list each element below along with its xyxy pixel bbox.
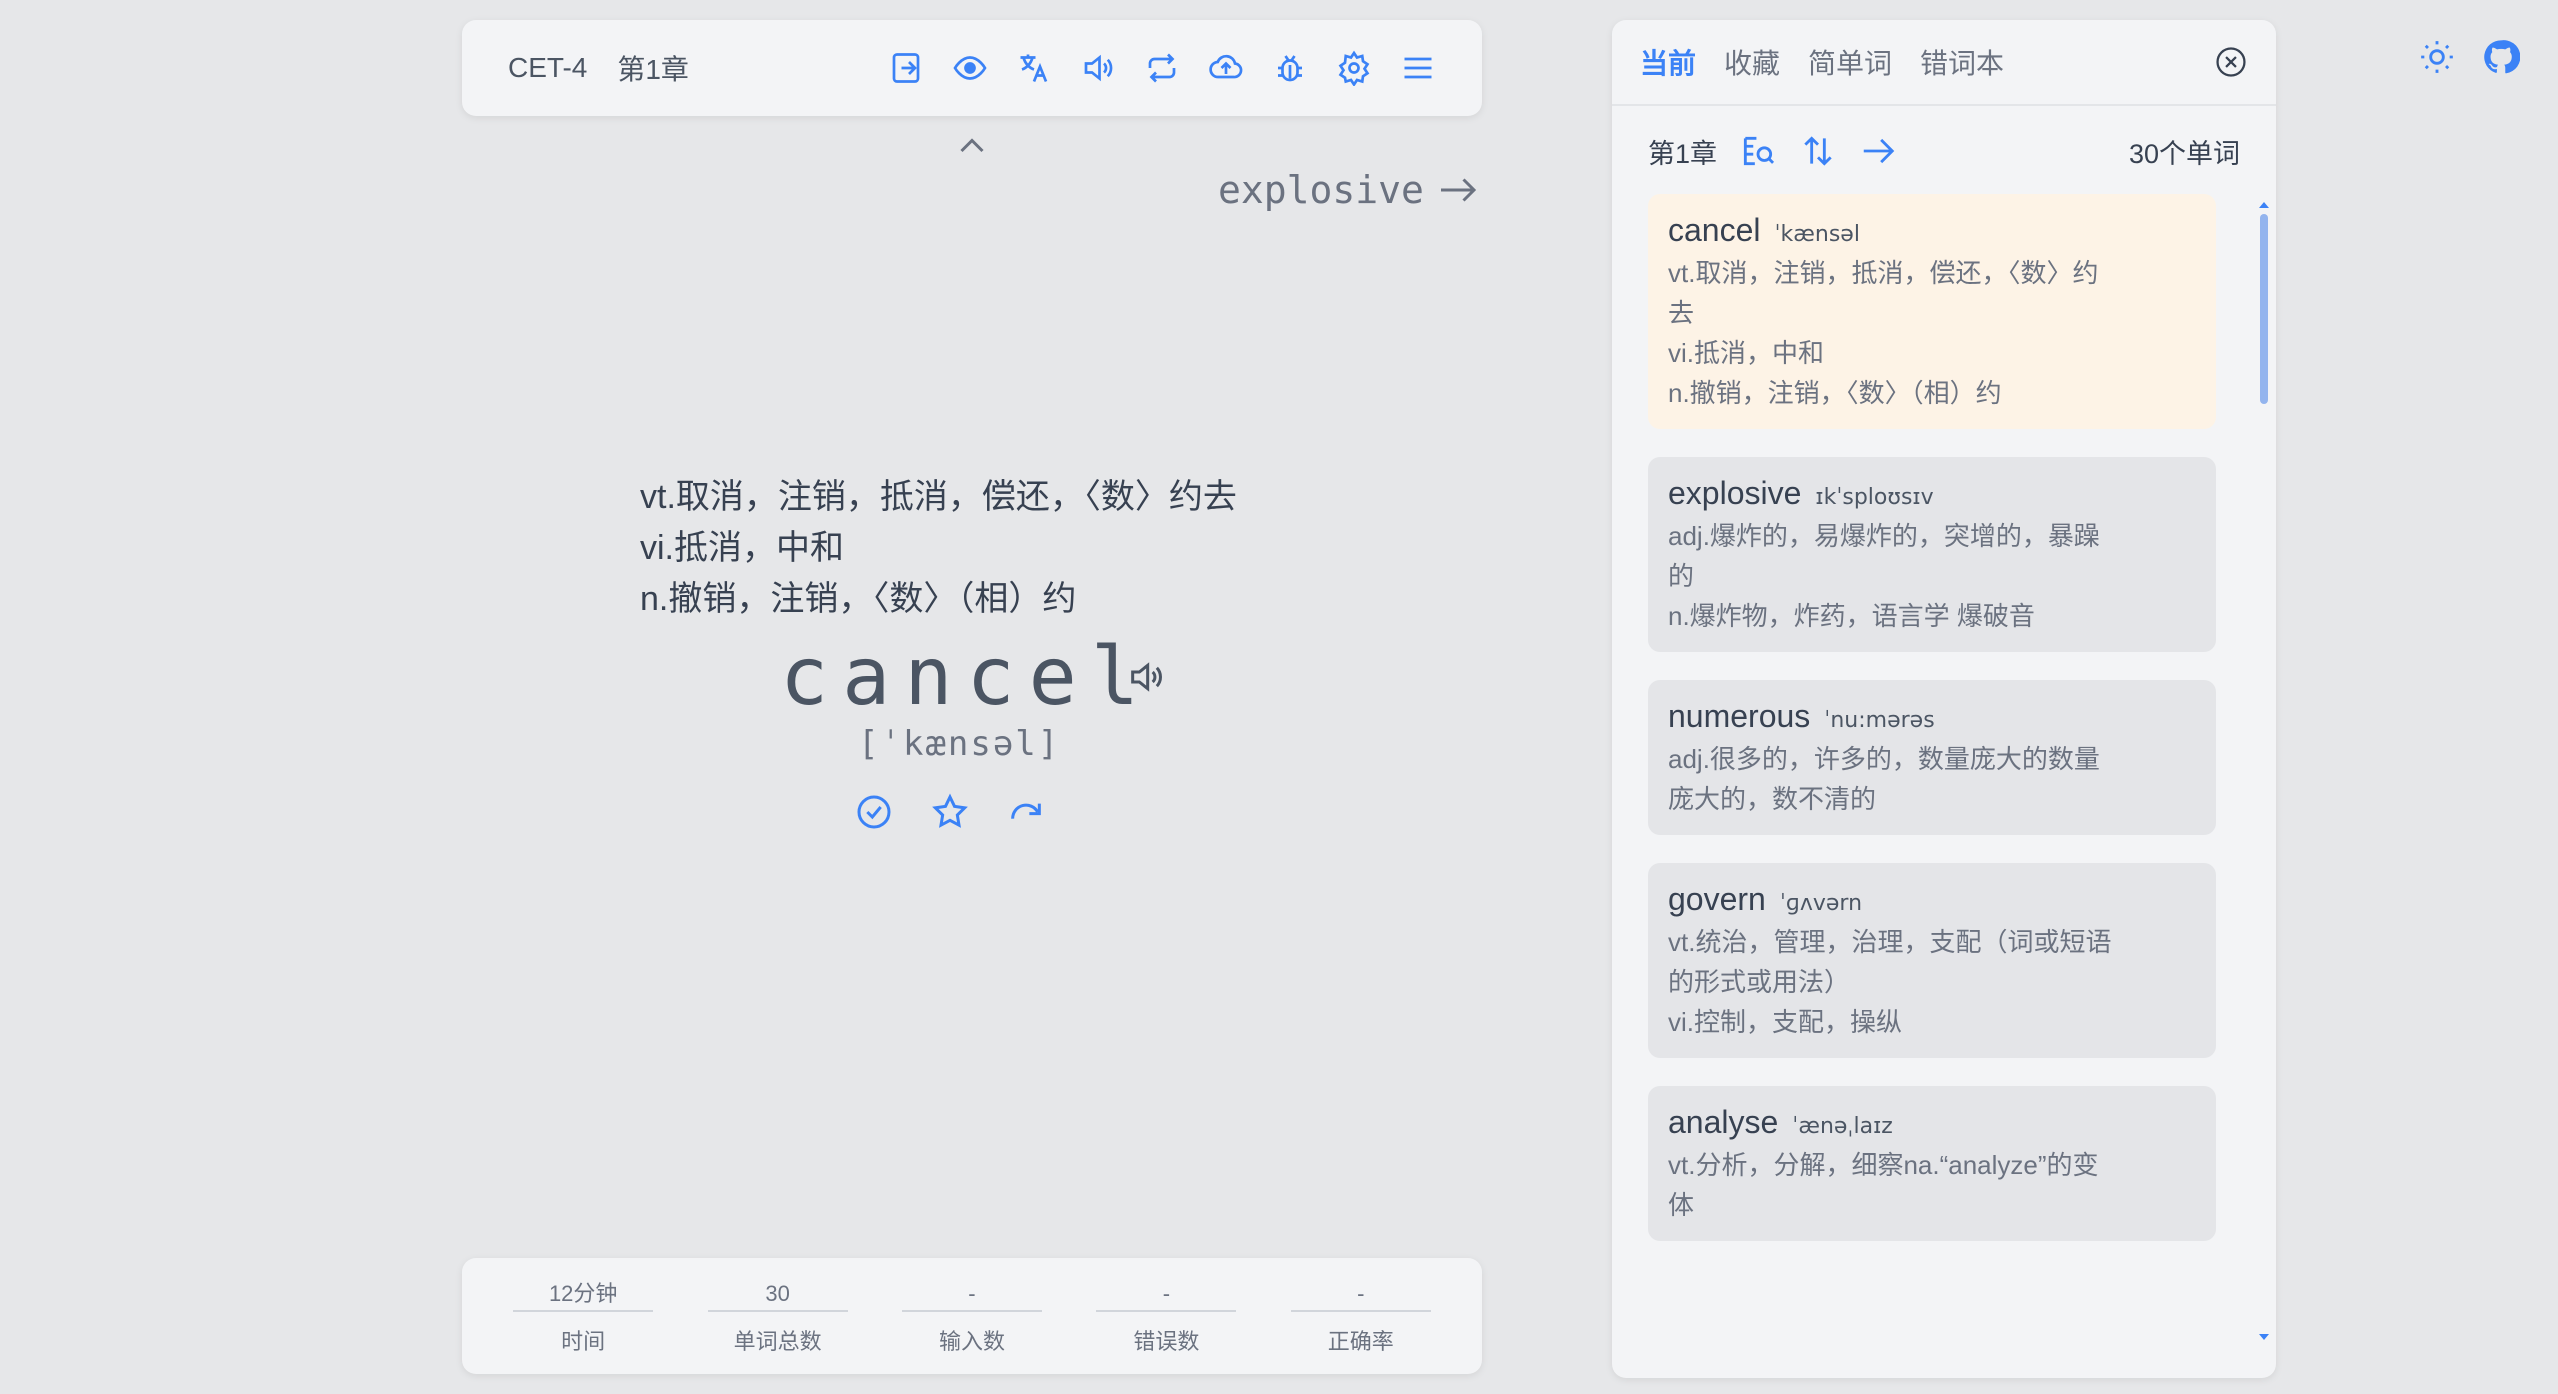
stat-value: -	[1096, 1276, 1237, 1312]
word-card-phonetic: ɪkˈsploʊsɪv	[1815, 485, 1934, 510]
word-card-translation: vt.统治，管理，治理，支配（词或短语 的形式或用法） vi.控制，支配，操纵	[1668, 927, 2112, 1037]
tab-easy-words[interactable]: 简单词	[1808, 42, 1892, 82]
tab-current[interactable]: 当前	[1640, 42, 1696, 82]
panel-scrollbar[interactable]	[2259, 200, 2269, 1340]
mark-known-icon[interactable]	[854, 792, 894, 832]
stat-label: 时间	[561, 1329, 606, 1354]
word-card-phonetic: ˈkænsəl	[1774, 222, 1860, 247]
word-card-head: explosive ɪkˈsploʊsɪv	[1668, 475, 2196, 512]
word-card-word: cancel	[1668, 212, 1761, 248]
word-card-head: cancel ˈkænsəl	[1668, 212, 2196, 249]
word-card-word: explosive	[1668, 475, 1802, 511]
stat-value: 30	[707, 1276, 848, 1312]
definition-line: vt.取消，注销，抵消，偿还，〈数〉约去	[640, 478, 1237, 516]
panel-subheader: 第1章 30个单词	[1612, 106, 2276, 196]
phonetic: [ˈkænsəl]	[858, 724, 1061, 764]
word-list-panel: 当前 收藏 简单词 错词本 第1章 30个单词 cancel ˈkænsəl vt.…	[1612, 20, 2276, 1378]
word-list: cancel ˈkænsəl vt.取消，注销，抵消，偿还，〈数〉约 去 vi.抵消…	[1648, 194, 2216, 1269]
dictionary-name[interactable]: CET-4	[508, 52, 587, 84]
word-count: 30个单词	[2128, 138, 2240, 169]
next-word-text: explosive	[1218, 168, 1424, 212]
top-toolbar: CET-4 第1章	[462, 20, 1482, 116]
sort-icon[interactable]	[1799, 132, 1837, 170]
chevron-up-icon[interactable]	[954, 130, 990, 160]
stat-time: 12分钟时间	[513, 1276, 654, 1356]
stats-bar: 12分钟时间 30 单词总数 - 输入数 - 错误数 - 正确率	[462, 1258, 1482, 1374]
exit-icon[interactable]	[888, 50, 924, 86]
panel-chapter: 第1章	[1648, 138, 1718, 169]
bug-icon[interactable]	[1272, 50, 1308, 86]
word-card-phonetic: ˈænəˌlaɪz	[1792, 1114, 1893, 1139]
list-search-icon[interactable]	[1739, 132, 1777, 170]
close-icon[interactable]	[2214, 45, 2248, 79]
word-card-word: analyse	[1668, 1104, 1779, 1140]
word-card-phonetic: ˈnu:mərəs	[1824, 708, 1935, 733]
panel-tabs: 当前 收藏 简单词 错词本	[1612, 20, 2276, 106]
menu-icon[interactable]	[1400, 50, 1436, 86]
word-card[interactable]: explosive ɪkˈsploʊsɪv adj.爆炸的，易爆炸的，突增的，暴躁 …	[1648, 457, 2216, 652]
gear-icon[interactable]	[1336, 50, 1372, 86]
jump-arrow-icon[interactable]	[1859, 132, 1897, 170]
word-card-translation: vt.分析，分解，细察na.“analyze”的变 体	[1668, 1150, 2099, 1220]
word-card-translation: vt.取消，注销，抵消，偿还，〈数〉约 去 vi.抵消，中和 n.撤销，注销，〈…	[1668, 258, 2099, 408]
stat-value: -	[1290, 1276, 1431, 1312]
speaker-icon[interactable]	[1080, 50, 1116, 86]
stat-label: 正确率	[1327, 1329, 1394, 1354]
word-card[interactable]: analyse ˈænəˌlaɪz vt.分析，分解，细察na.“analyze”的…	[1648, 1086, 2216, 1241]
eye-icon[interactable]	[952, 50, 988, 86]
arrow-right-icon	[1438, 172, 1480, 208]
word-card-word: govern	[1668, 881, 1766, 917]
word-card[interactable]: numerous ˈnu:mərəs adj.很多的，许多的，数量庞大的数量 庞大的…	[1648, 680, 2216, 835]
stat-label: 单词总数	[733, 1329, 822, 1354]
stat-label: 输入数	[938, 1329, 1005, 1354]
word-card-translation: adj.爆炸的，易爆炸的，突增的，暴躁 的 n.爆炸物，炸药，语言学 爆破音	[1668, 521, 2100, 631]
stat-accuracy: - 正确率	[1290, 1276, 1431, 1356]
toolbar-icons	[888, 50, 1436, 86]
word-actions	[854, 792, 1046, 832]
github-icon[interactable]	[2482, 38, 2521, 76]
word-card-head: govern ˈɡʌvərn	[1668, 881, 2196, 918]
definition-line: vi.抵消，中和	[640, 529, 844, 567]
tab-favorites[interactable]: 收藏	[1724, 42, 1780, 82]
star-icon[interactable]	[930, 792, 970, 832]
repeat-icon[interactable]	[1144, 50, 1180, 86]
stat-input-count: - 输入数	[901, 1276, 1042, 1356]
stat-value: 12分钟	[513, 1276, 654, 1312]
scroll-down-icon[interactable]	[2258, 1328, 2270, 1340]
word-card-word: numerous	[1668, 698, 1811, 734]
word-card-head: numerous ˈnu:mərəs	[1668, 698, 2196, 735]
stat-value: -	[901, 1276, 1042, 1312]
word-card[interactable]: govern ˈɡʌvərn vt.统治，管理，治理，支配（词或短语 的形式或用法）…	[1648, 863, 2216, 1058]
word-card[interactable]: cancel ˈkænsəl vt.取消，注销，抵消，偿还，〈数〉约 去 vi.抵消…	[1648, 194, 2216, 429]
word-card-translation: adj.很多的，许多的，数量庞大的数量 庞大的，数不清的	[1668, 744, 2100, 814]
stat-label: 错误数	[1133, 1329, 1200, 1354]
word-card-head: analyse ˈænəˌlaɪz	[1668, 1104, 2196, 1141]
next-word-link[interactable]: explosive	[1218, 168, 1480, 212]
tab-wrong-words[interactable]: 错词本	[1920, 42, 2004, 82]
word-definitions: vt.取消，注销，抵消，偿还，〈数〉约去 vi.抵消，中和 n.撤销，注销，〈数…	[640, 472, 1237, 625]
stat-error-count: - 错误数	[1096, 1276, 1237, 1356]
definition-line: n.撤销，注销，〈数〉（相）约	[640, 580, 1077, 618]
chapter-name[interactable]: 第1章	[617, 48, 689, 88]
main-word: cancel	[780, 630, 1153, 723]
scroll-up-icon[interactable]	[2258, 196, 2270, 208]
sun-icon[interactable]	[2418, 38, 2456, 76]
skip-icon[interactable]	[1006, 792, 1046, 832]
word-card-phonetic: ˈɡʌvərn	[1779, 891, 1863, 916]
upload-icon[interactable]	[1208, 50, 1244, 86]
scroll-thumb[interactable]	[2260, 214, 2268, 404]
stat-total-words: 30 单词总数	[707, 1276, 848, 1356]
translate-icon[interactable]	[1016, 50, 1052, 86]
pronounce-icon[interactable]	[1126, 657, 1166, 697]
